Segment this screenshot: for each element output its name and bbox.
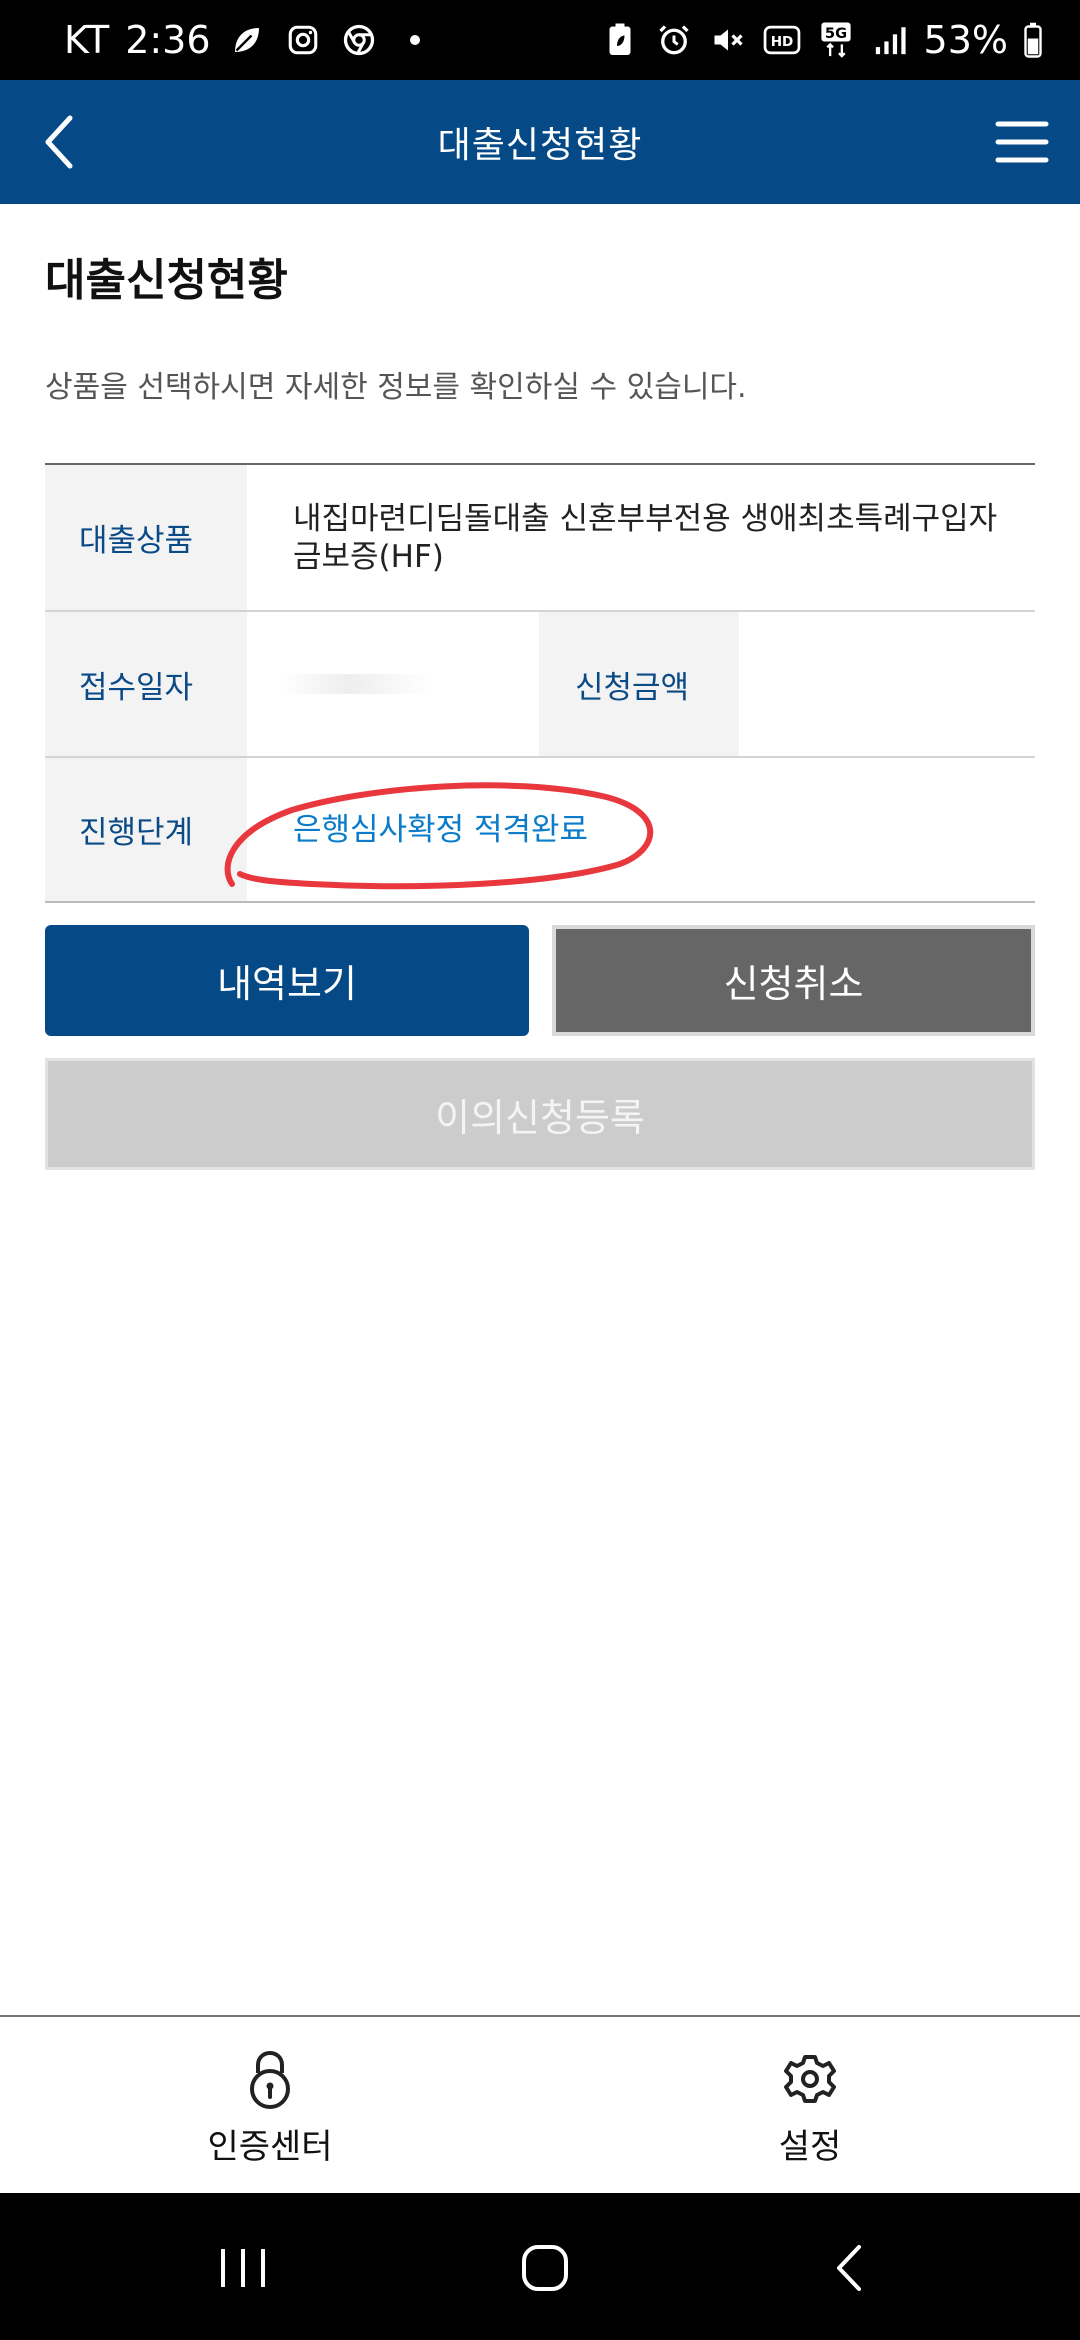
dot-icon [395, 20, 435, 60]
carrier-label: KT [64, 18, 110, 62]
nav-settings-label: 설정 [778, 2127, 842, 2167]
status-right: HD 5G 53% [600, 18, 1044, 62]
received-row: 접수일자 신청금액 [45, 612, 1035, 758]
gear-icon [784, 2055, 836, 2103]
loan-info-table[interactable]: 대출상품 내집마련디딤돌대출 신혼부부전용 생애최초특례구입자금보증(HF) 접… [45, 463, 1035, 903]
mute-icon [708, 20, 748, 60]
page-description: 상품을 선택하시면 자세한 정보를 확인하실 수 있습니다. [45, 370, 747, 405]
masked-value [281, 674, 431, 694]
home-button[interactable] [510, 2233, 580, 2303]
page-title: 대출신청현황 [45, 255, 288, 306]
stage-value-cell: 은행심사확정 적격완료 [247, 758, 1035, 901]
lock-icon [250, 2050, 290, 2109]
product-value: 내집마련디딤돌대출 신혼부부전용 생애최초특례구입자금보증(HF) [293, 500, 998, 575]
battery-percent: 53% [923, 18, 1008, 62]
alarm-icon [654, 20, 694, 60]
product-row[interactable]: 대출상품 내집마련디딤돌대출 신혼부부전용 생애최초특례구입자금보증(HF) [45, 465, 1035, 612]
leaf-icon [227, 20, 267, 60]
battery-icon [1022, 20, 1044, 60]
cancel-application-button[interactable]: 신청취소 [552, 925, 1035, 1036]
received-date-value [247, 612, 539, 756]
hd-icon: HD [762, 20, 802, 60]
register-appeal-button[interactable]: 이의신청등록 [45, 1058, 1035, 1170]
back-icon [837, 2245, 861, 2291]
status-left: KT 2:36 [64, 18, 435, 62]
amount-label: 신청금액 [539, 612, 739, 756]
clock: 2:36 [125, 18, 211, 62]
svg-text:HD: HD [770, 34, 793, 50]
screen: KT 2:36 HD 5G 53% 대출신청현황 대출신청현황 상품을 선택하시… [0, 0, 1080, 2340]
5g-icon: 5G [816, 20, 856, 60]
nav-auth-center-label: 인증센터 [207, 2127, 333, 2167]
chrome-icon [339, 20, 379, 60]
system-back-button[interactable] [815, 2233, 885, 2303]
view-history-button[interactable]: 내역보기 [45, 925, 529, 1036]
nav-auth-center[interactable]: 인증센터 [140, 2047, 400, 2168]
hamburger-menu-icon [995, 121, 1049, 163]
stage-value: 은행심사확정 적격완료 [293, 811, 589, 848]
battery-saver-icon [600, 20, 640, 60]
amount-value [739, 612, 1035, 756]
stage-label: 진행단계 [45, 758, 247, 901]
bottom-nav: 인증센터 설정 [0, 2015, 1080, 2193]
recent-apps-icon [221, 2249, 265, 2287]
stage-row: 진행단계 은행심사확정 적격완료 [45, 758, 1035, 903]
product-label: 대출상품 [45, 465, 247, 610]
menu-button[interactable] [992, 112, 1052, 172]
app-header: 대출신청현황 [0, 80, 1080, 204]
system-nav-bar [0, 2193, 1080, 2340]
header-title: 대출신청현황 [437, 125, 643, 166]
status-bar: KT 2:36 HD 5G 53% [0, 0, 1080, 80]
svg-text:5G: 5G [824, 25, 846, 42]
instagram-icon [283, 20, 323, 60]
nav-settings[interactable]: 설정 [680, 2047, 940, 2168]
signal-icon [870, 20, 910, 60]
home-icon [522, 2245, 568, 2291]
recent-apps-button[interactable] [208, 2233, 278, 2303]
received-date-label: 접수일자 [45, 612, 247, 756]
